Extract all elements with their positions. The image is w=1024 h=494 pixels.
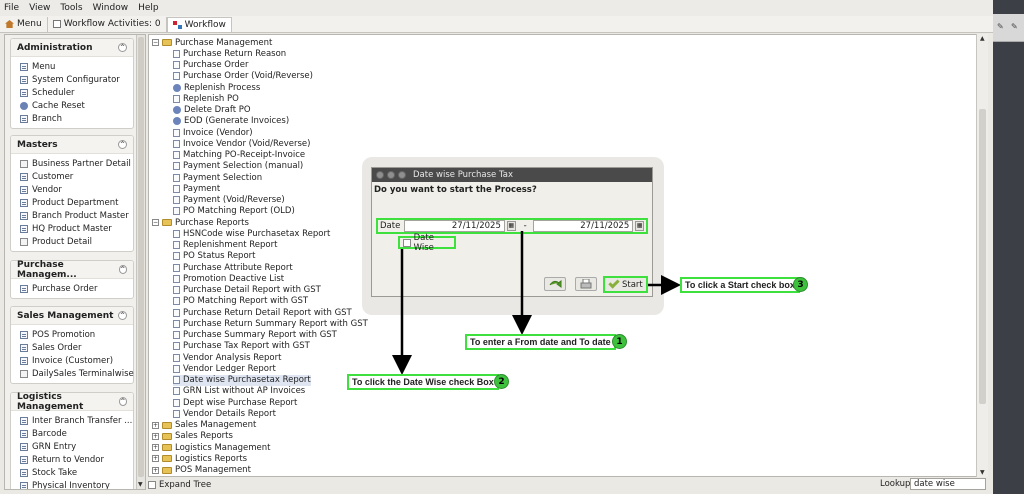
annotation-datewise: To click the Date Wise check Box [347,374,499,390]
annotation-arrows [392,231,681,375]
annotation-badge-3: 3 [793,277,808,292]
annotation-dates: To enter a From date and To date [465,334,616,350]
annotation-badge-1: 1 [612,334,627,349]
annotation-start: To click a Start check box [680,277,800,293]
annotation-badge-2: 2 [494,374,509,389]
